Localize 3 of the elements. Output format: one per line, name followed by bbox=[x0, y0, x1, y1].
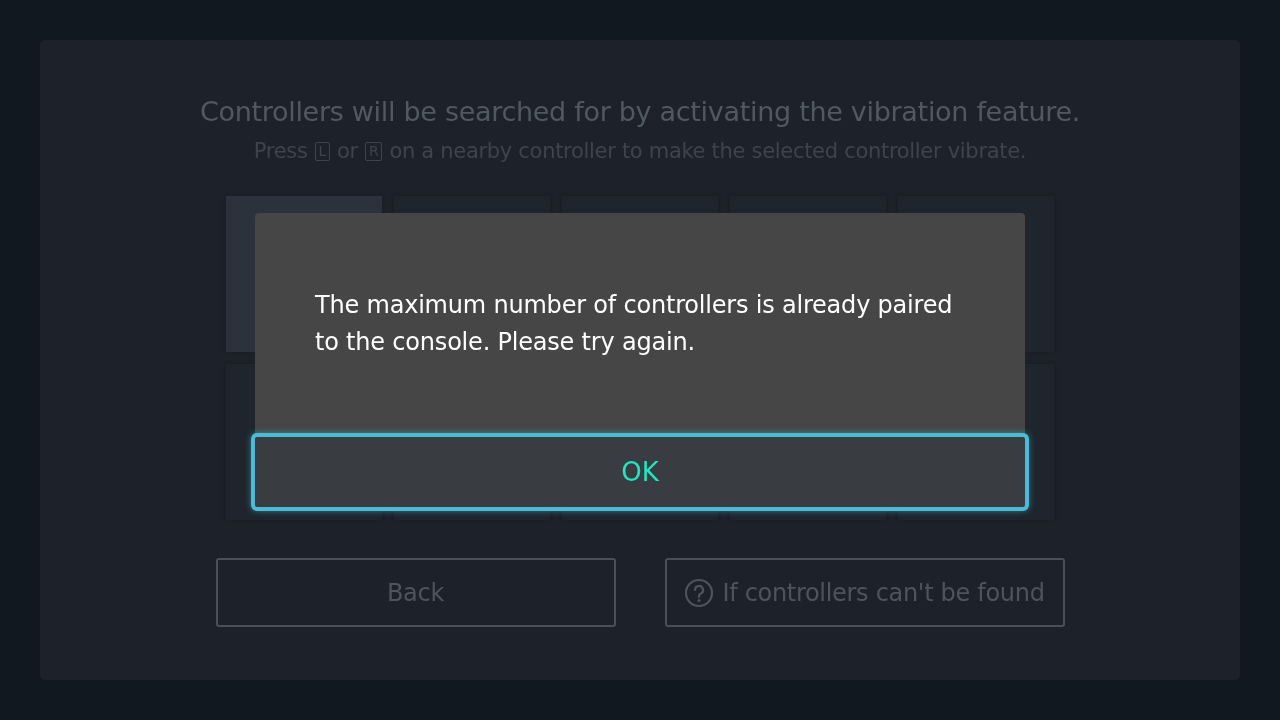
ok-button[interactable]: OK bbox=[251, 433, 1029, 511]
help-icon bbox=[684, 577, 715, 608]
dialog-message: The maximum number of controllers is already paired to the console. Please try again. bbox=[315, 290, 954, 358]
